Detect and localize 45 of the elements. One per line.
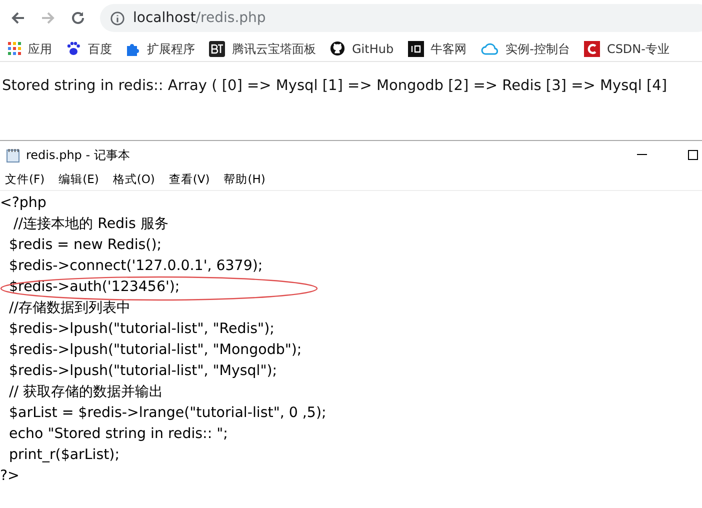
menu-item[interactable]: 格式(O)	[112, 170, 155, 188]
url-text: localhost/redis.php	[133, 8, 266, 28]
apps-grid-icon	[8, 42, 21, 55]
paw-icon	[66, 41, 81, 56]
code-line: $redis->auth('123456');	[8, 279, 180, 295]
code-line: ?>	[0, 468, 20, 484]
menu-item[interactable]: 帮助(H)	[224, 170, 266, 188]
menu-item[interactable]: 文件(F)	[5, 170, 45, 188]
code-line: $arList = $redis->lrange("tutorial-list", 0 ,5);	[8, 405, 326, 421]
window-title: redis.php - 记事本	[26, 147, 130, 164]
bookmark-link[interactable]: 实例-控制台	[506, 40, 570, 58]
menu-item[interactable]: 编辑(E)	[58, 170, 99, 188]
code-line: //存储数据到列表中	[8, 300, 131, 316]
reload-icon[interactable]	[70, 10, 86, 26]
info-icon[interactable]	[110, 10, 125, 26]
square-logo-icon	[408, 40, 424, 56]
code-line: $redis->lpush("tutorial-list", "Mysql");	[8, 363, 278, 379]
code-line: $redis->connect('127.0.0.1', 6379);	[8, 258, 263, 274]
cloud-icon	[480, 42, 499, 56]
code-line: echo "Stored string in redis:: ";	[8, 426, 228, 442]
address-bar[interactable]: localhost/redis.php	[100, 4, 702, 32]
menu-item[interactable]: 查看(V)	[168, 170, 210, 188]
back-icon[interactable]	[10, 10, 26, 26]
notepad-icon	[6, 148, 20, 162]
code-line: $redis->lpush("tutorial-list", "Mongodb");	[8, 342, 302, 358]
code-line: <?php	[0, 195, 46, 211]
page-output-text: Stored string in redis:: Array ( [0] => Mysql [1] => Mongodb [2] => Redis [3] => Mysql [4]	[2, 77, 668, 96]
bookmark-link[interactable]: 牛客网	[430, 40, 467, 58]
bt-logo-icon	[209, 40, 225, 56]
code-line: $redis = new Redis();	[8, 237, 162, 253]
cat-silhouette-icon	[330, 41, 345, 56]
bookmark-link[interactable]: 百度	[88, 40, 112, 58]
bookmark-link[interactable]: GitHub	[352, 40, 394, 58]
bookmark-link[interactable]: 应用	[28, 40, 52, 58]
bookmark-link[interactable]: 腾讯云宝塔面板	[232, 40, 316, 58]
code-line: // 获取存储的数据并输出	[8, 384, 164, 400]
code-line: print_r($arList);	[8, 447, 120, 463]
code-line: $redis->lpush("tutorial-list", "Redis");	[8, 321, 274, 337]
bookmark-link[interactable]: CSDN-专业	[606, 40, 670, 58]
code-line: //连接本地的 Redis 服务	[12, 216, 168, 232]
minimize-icon[interactable]	[637, 154, 647, 156]
puzzle-icon	[126, 42, 140, 56]
maximize-icon[interactable]	[688, 150, 698, 160]
bookmark-link[interactable]: 扩展程序	[147, 40, 195, 58]
c-logo-icon	[584, 40, 600, 56]
